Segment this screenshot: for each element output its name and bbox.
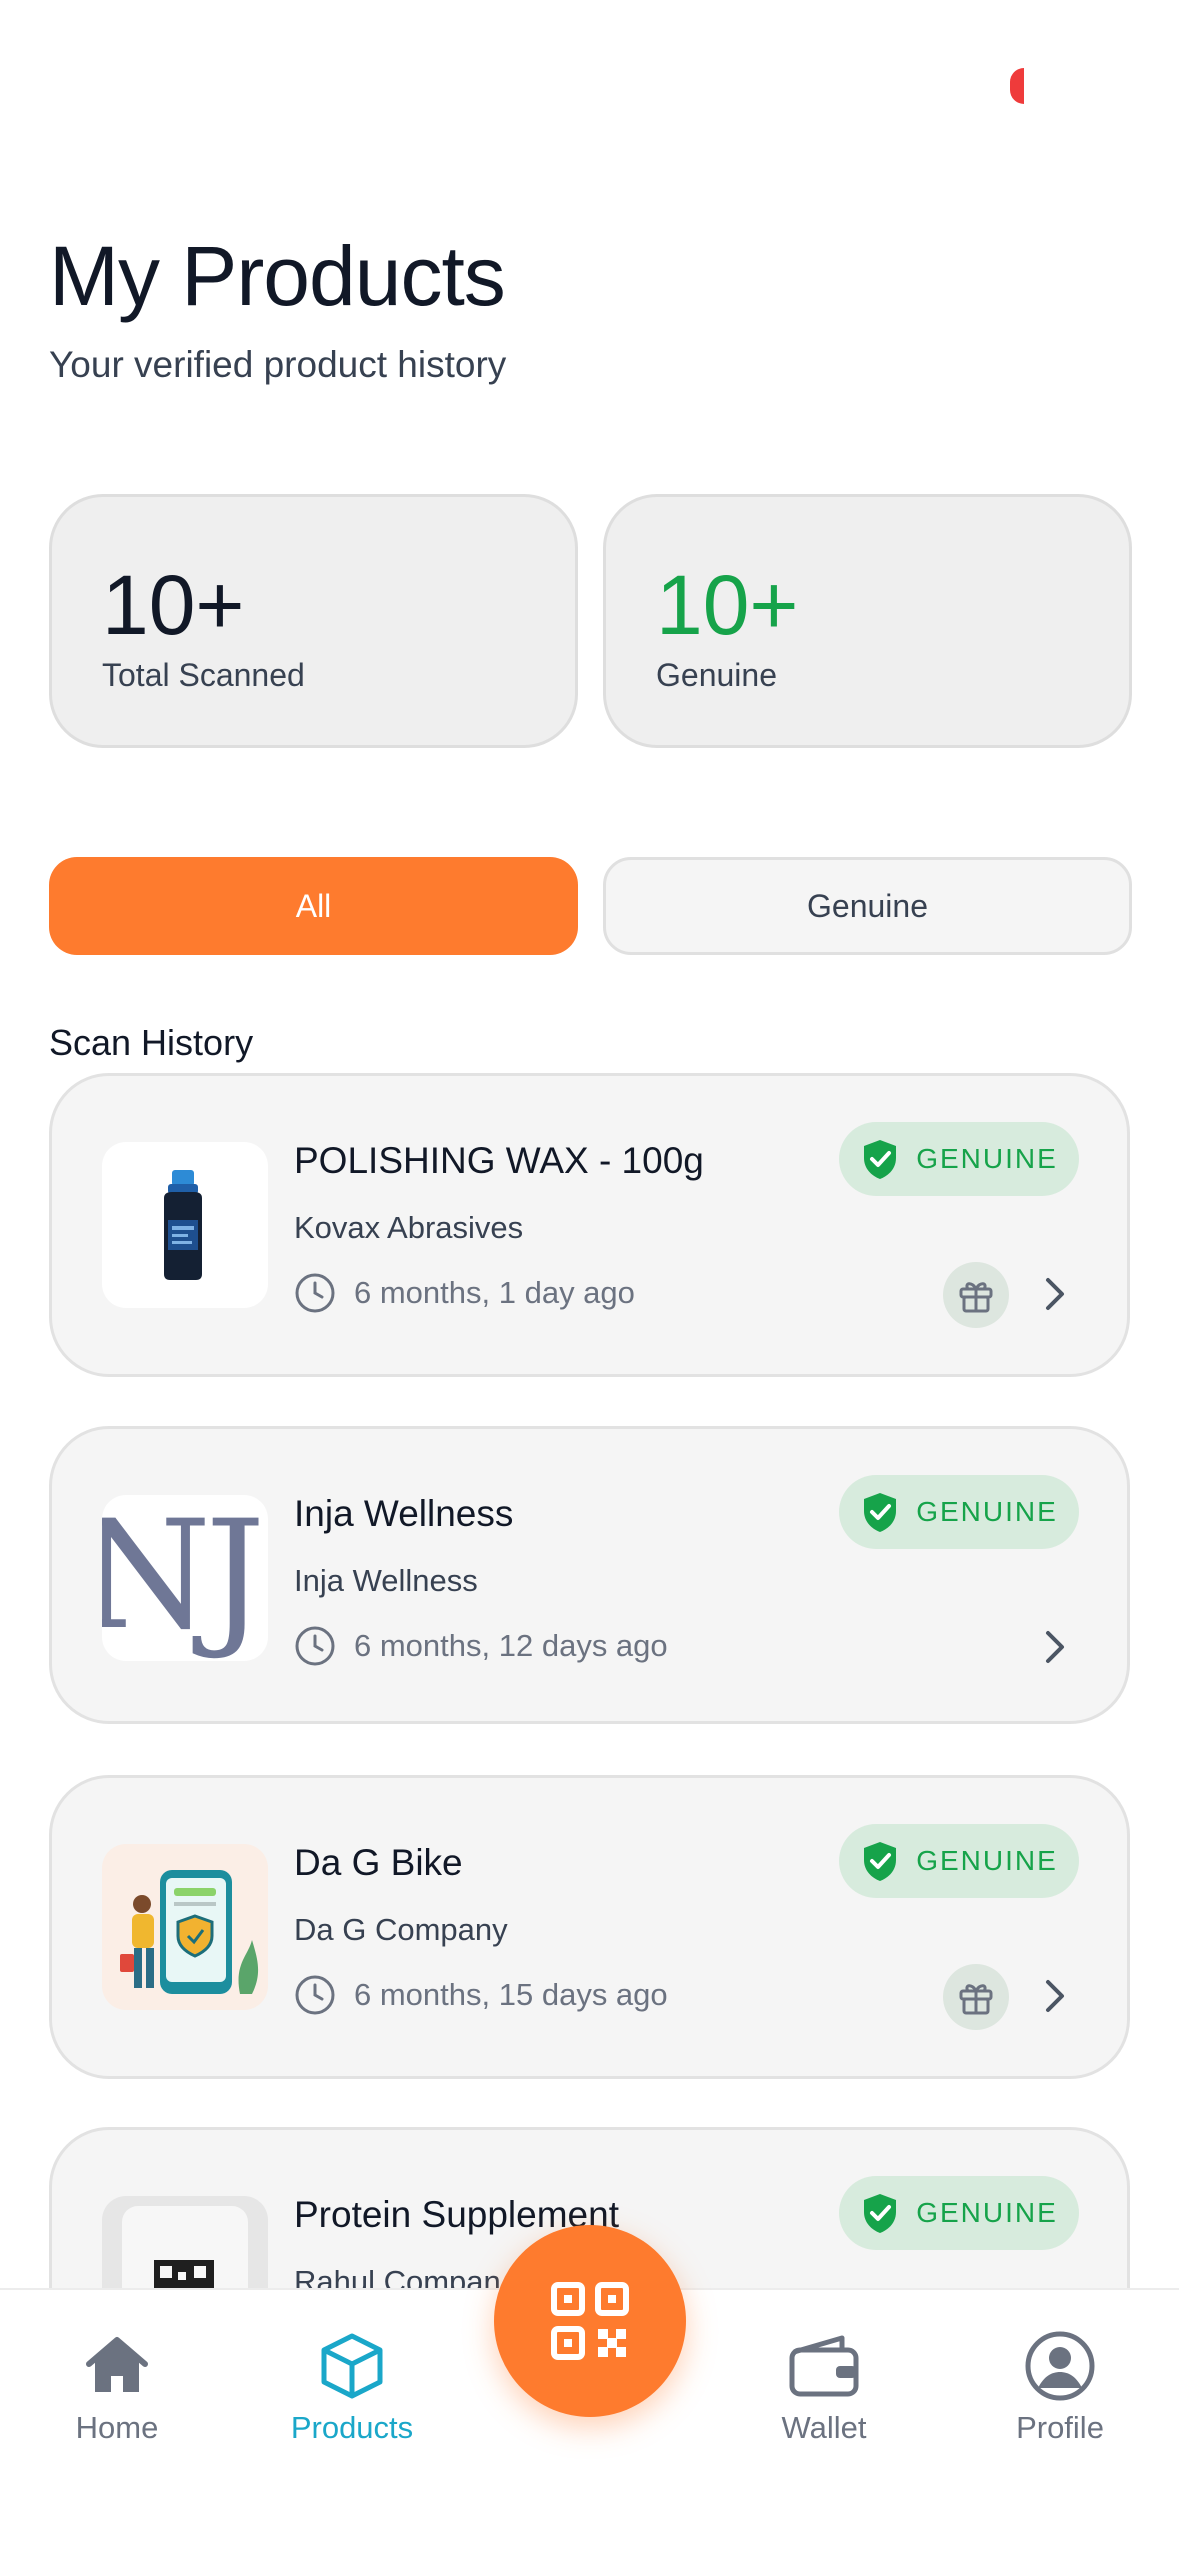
nav-products-label: Products <box>290 2410 414 2445</box>
genuine-badge: GENUINE <box>839 1122 1079 1196</box>
nav-wallet-label: Wallet <box>781 2410 867 2445</box>
clock-icon <box>295 1626 335 1666</box>
box-icon <box>321 2333 383 2399</box>
genuine-badge: GENUINE <box>839 1824 1079 1898</box>
product-scan-time: 6 months, 1 day ago <box>294 1272 635 1314</box>
genuine-badge: GENUINE <box>839 1475 1079 1549</box>
nav-home[interactable]: Home <box>17 2330 217 2446</box>
product-brand: Kovax Abrasives <box>294 1210 524 1245</box>
product-card[interactable]: Da G Bike Da G Company 6 months, 15 days… <box>49 1775 1130 2079</box>
product-image <box>102 1844 268 2010</box>
profile-icon <box>1025 2331 1095 2401</box>
product-image <box>102 1142 268 1308</box>
stat-value: 10+ <box>656 558 799 652</box>
product-scan-time: 6 months, 15 days ago <box>294 1974 668 2016</box>
shield-check-icon <box>864 1493 897 1532</box>
clock-icon <box>295 1273 335 1313</box>
product-card[interactable]: POLISHING WAX - 100g Kovax Abrasives 6 m… <box>49 1073 1130 1377</box>
nav-home-label: Home <box>75 2410 159 2445</box>
time-text: 6 months, 15 days ago <box>354 1977 668 2012</box>
filter-genuine-button[interactable]: Genuine <box>603 857 1132 955</box>
nav-products[interactable]: Products <box>252 2330 452 2446</box>
stat-label: Total Scanned <box>102 657 305 693</box>
page-title: My Products <box>49 229 506 323</box>
chevron-right-icon[interactable] <box>1032 1625 1076 1674</box>
shield-check-icon <box>864 1140 897 1179</box>
nav-profile[interactable]: Profile <box>960 2330 1160 2446</box>
stat-card-genuine: 10+ Genuine <box>603 494 1132 748</box>
gift-icon[interactable] <box>943 1262 1009 1328</box>
chevron-right-icon[interactable] <box>1032 1272 1076 1321</box>
time-text: 6 months, 12 days ago <box>354 1628 668 1663</box>
product-brand: Inja Wellness <box>294 1563 478 1598</box>
badge-text: GENUINE <box>916 1143 1058 1174</box>
filter-all-button[interactable]: All <box>49 857 578 955</box>
product-brand: Da G Company <box>294 1912 508 1947</box>
recording-indicator <box>1010 68 1024 104</box>
product-name: Inja Wellness <box>294 1493 514 1534</box>
home-icon <box>86 2337 148 2392</box>
badge-text: GENUINE <box>916 2197 1058 2228</box>
badge-text: GENUINE <box>916 1845 1058 1876</box>
stat-value: 10+ <box>102 558 245 652</box>
product-card[interactable]: NJ Inja Wellness Inja Wellness 6 months,… <box>49 1426 1130 1724</box>
shield-check-icon <box>864 2194 897 2233</box>
stat-label: Genuine <box>656 657 777 693</box>
shield-check-icon <box>864 1842 897 1881</box>
nav-wallet[interactable]: Wallet <box>724 2330 924 2446</box>
nav-profile-label: Profile <box>1016 2410 1104 2445</box>
wallet-icon <box>789 2335 859 2397</box>
product-scan-time: 6 months, 12 days ago <box>294 1625 668 1667</box>
page: My Products Your verified product histor… <box>0 0 1179 2556</box>
genuine-badge: GENUINE <box>839 2176 1079 2250</box>
qr-code-icon <box>551 2282 629 2360</box>
gift-icon[interactable] <box>943 1964 1009 2030</box>
chevron-right-icon[interactable] <box>1032 1974 1076 2023</box>
product-name: POLISHING WAX - 100g <box>294 1140 704 1181</box>
product-image: NJ <box>102 1495 268 1661</box>
page-subtitle: Your verified product history <box>49 344 507 385</box>
product-name: Da G Bike <box>294 1842 463 1883</box>
badge-text: GENUINE <box>916 1496 1058 1527</box>
scan-qr-button[interactable] <box>494 2225 686 2417</box>
section-title: Scan History <box>49 1022 254 1063</box>
inja-logo: NJ <box>102 1495 265 1661</box>
stat-card-total-scanned: 10+ Total Scanned <box>49 494 578 748</box>
time-text: 6 months, 1 day ago <box>354 1275 635 1310</box>
clock-icon <box>295 1975 335 2015</box>
